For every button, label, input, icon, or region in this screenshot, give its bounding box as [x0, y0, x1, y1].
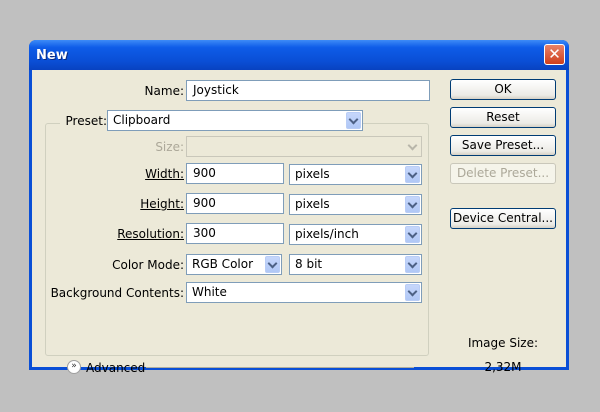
- resolution-label: Resolution:: [92, 227, 184, 241]
- resolution-unit-select[interactable]: pixels/inch: [289, 224, 422, 245]
- height-label: Height:: [92, 197, 184, 211]
- width-label: Width:: [92, 167, 184, 181]
- close-button[interactable]: ✕: [544, 44, 565, 65]
- size-label: Size:: [155, 140, 184, 154]
- width-unit-value: pixels: [295, 167, 330, 181]
- new-document-dialog: New ✕ Name: Joystick Preset: Clipboard S…: [29, 40, 569, 375]
- preset-value: Clipboard: [113, 113, 171, 127]
- close-icon: ✕: [548, 45, 561, 63]
- image-size-label: Image Size:: [467, 336, 539, 350]
- chevron-down-icon: [405, 138, 420, 155]
- image-size-value: 2,32M: [484, 360, 522, 374]
- preset-select[interactable]: Clipboard: [107, 110, 363, 131]
- chevron-down-icon: [405, 256, 420, 273]
- chevron-down-icon: [405, 284, 420, 301]
- height-input[interactable]: 900: [186, 193, 284, 214]
- advanced-label[interactable]: Advanced: [86, 361, 145, 375]
- dialog-title: New: [36, 48, 68, 63]
- background-contents-label: Background Contents:: [50, 286, 184, 300]
- bit-depth-select[interactable]: 8 bit: [289, 254, 422, 275]
- chevron-down-icon: [405, 196, 420, 213]
- chevron-down-icon: [265, 256, 280, 273]
- chevron-down-icon: [405, 226, 420, 243]
- width-input[interactable]: 900: [186, 163, 284, 184]
- background-contents-select[interactable]: White: [186, 282, 422, 303]
- chevron-down-icon: [405, 166, 420, 183]
- bit-depth-value: 8 bit: [295, 257, 323, 271]
- name-input[interactable]: Joystick: [186, 80, 430, 101]
- color-mode-select[interactable]: RGB Color: [186, 254, 282, 275]
- color-mode-label: Color Mode:: [112, 258, 184, 272]
- dialog-body: Name: Joystick Preset: Clipboard Size: W…: [32, 70, 566, 375]
- advanced-divider: [146, 367, 414, 368]
- name-label: Name:: [144, 84, 184, 98]
- height-unit-select[interactable]: pixels: [289, 194, 422, 215]
- color-mode-value: RGB Color: [192, 257, 254, 271]
- size-select: [186, 136, 422, 157]
- chevron-down-icon: [346, 112, 361, 129]
- reset-button[interactable]: Reset: [450, 107, 556, 128]
- preset-label: Preset:: [60, 114, 109, 128]
- double-chevron-down-icon[interactable]: »: [67, 360, 81, 374]
- save-preset-button[interactable]: Save Preset...: [450, 135, 556, 156]
- background-contents-value: White: [192, 285, 227, 299]
- delete-preset-button: Delete Preset...: [450, 163, 556, 184]
- resolution-unit-value: pixels/inch: [295, 227, 359, 241]
- resolution-input[interactable]: 300: [186, 223, 284, 244]
- ok-button[interactable]: OK: [450, 79, 556, 100]
- height-label-text: Height:: [140, 197, 184, 211]
- width-unit-select[interactable]: pixels: [289, 164, 422, 185]
- device-central-button[interactable]: Device Central...: [450, 208, 556, 229]
- height-unit-value: pixels: [295, 197, 330, 211]
- width-label-text: Width:: [145, 167, 184, 181]
- resolution-label-text: Resolution:: [117, 227, 184, 241]
- title-bar[interactable]: New ✕: [29, 40, 569, 70]
